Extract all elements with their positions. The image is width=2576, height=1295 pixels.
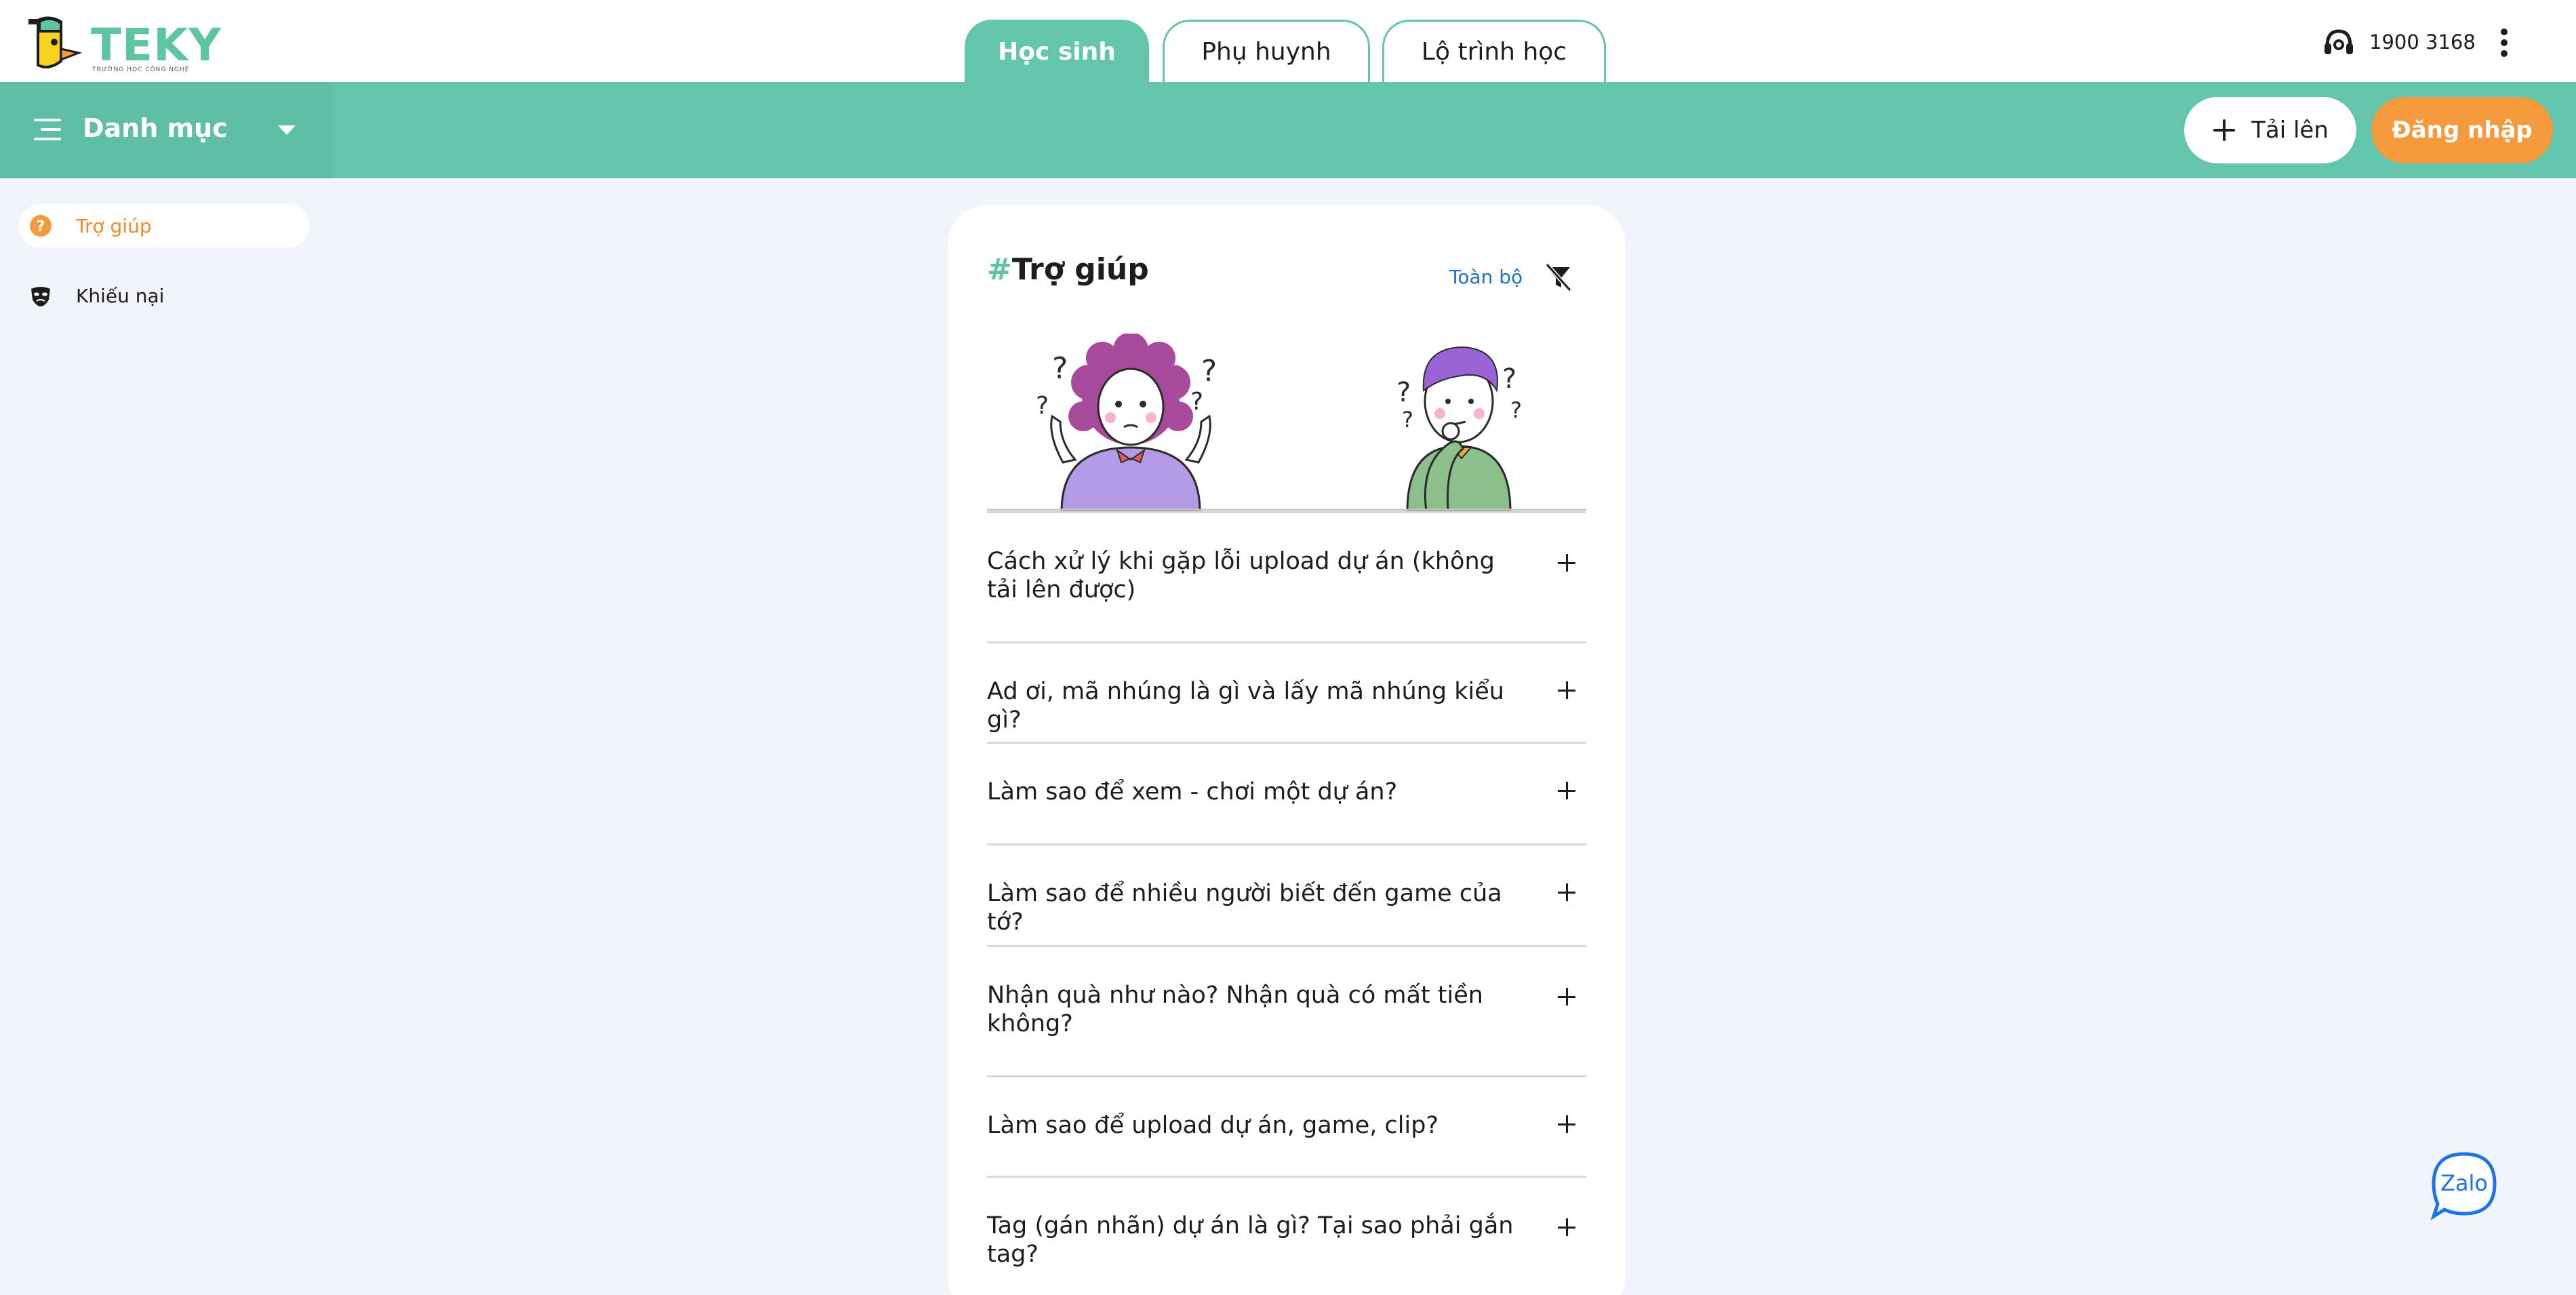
headset-icon	[2325, 29, 2353, 54]
sidebar-item-help[interactable]: ? Trợ giúp	[19, 204, 309, 247]
plus-icon	[2213, 119, 2236, 141]
svg-text:?: ?	[1502, 363, 1516, 395]
menu-lines-icon	[34, 119, 61, 140]
plus-icon[interactable]	[1556, 987, 1577, 1007]
svg-text:?: ?	[1190, 388, 1203, 416]
plus-icon[interactable]	[1556, 680, 1577, 700]
faq-question: Nhận quà như nào? Nhận quà có mất tiền k…	[987, 982, 1483, 1037]
more-vertical-icon[interactable]	[2488, 26, 2520, 60]
faq-item[interactable]: Ad ơi, mã nhúng là gì và lấy mã nhúng ki…	[987, 641, 1586, 742]
sidebar-item-label: Khiếu nại	[76, 285, 165, 307]
login-button[interactable]: Đăng nhập	[2371, 97, 2553, 163]
duck-logo-icon	[28, 16, 83, 68]
svg-text:?: ?	[1201, 354, 1217, 388]
tab-hoc-sinh[interactable]: Học sinh	[965, 20, 1149, 82]
faq-item[interactable]: Tag (gán nhãn) dự án là gì? Tại sao phải…	[987, 1176, 1586, 1295]
faq-question: Tag (gán nhãn) dự án là gì? Tại sao phải…	[987, 1212, 1514, 1268]
svg-text:?: ?	[1510, 397, 1522, 423]
svg-text:?: ?	[1396, 377, 1411, 408]
filter-all-link[interactable]: Toàn bộ	[1449, 266, 1523, 288]
help-circle-icon: ?	[30, 215, 52, 237]
faq-question: Cách xử lý khi gặp lỗi upload dự án (khô…	[987, 548, 1495, 603]
sidebar-item-complaint[interactable]: Khiếu nại	[19, 274, 309, 317]
tab-phu-huynh[interactable]: Phụ huynh	[1163, 20, 1370, 82]
plus-icon[interactable]	[1556, 882, 1577, 902]
svg-text:?: ?	[1036, 392, 1049, 420]
faq-item[interactable]: Cách xử lý khi gặp lỗi upload dự án (khô…	[987, 511, 1586, 641]
category-label: Danh mục	[83, 113, 228, 143]
faq-question: Làm sao để xem - chơi một dự án?	[987, 778, 1398, 805]
plus-icon[interactable]	[1556, 780, 1577, 801]
faq-question: Ad ơi, mã nhúng là gì và lấy mã nhúng ki…	[987, 678, 1504, 734]
hotline[interactable]: 1900 3168	[2322, 26, 2476, 58]
faq-item[interactable]: Nhận quà như nào? Nhận quà có mất tiền k…	[987, 945, 1586, 1075]
top-bar: TEKY TRƯỜNG HỌC CÔNG NGHỆ Học sinh Phụ h…	[0, 0, 2576, 82]
page: TEKY TRƯỜNG HỌC CÔNG NGHỆ Học sinh Phụ h…	[0, 0, 2576, 1295]
logo-wordmark: TEKY	[91, 19, 222, 71]
caret-down-icon	[278, 125, 296, 135]
help-card: #Trợ giúp Toàn bộ ? ? ? ? ? ? ? ? Cách x…	[948, 205, 1626, 1295]
faq-question: Làm sao để upload dự án, game, clip?	[987, 1112, 1439, 1139]
svg-text:?: ?	[1402, 407, 1413, 433]
mask-icon	[31, 287, 50, 306]
category-dropdown[interactable]: Danh mục	[0, 82, 332, 178]
faq-item[interactable]: Làm sao để nhiều người biết đến game của…	[987, 843, 1586, 945]
faq-item[interactable]: Làm sao để xem - chơi một dự án?	[987, 742, 1586, 843]
confused-kids-illustration: ? ? ? ? ? ? ? ?	[987, 334, 1586, 511]
tab-lo-trinh-hoc[interactable]: Lộ trình học	[1382, 20, 1606, 82]
help-title-text: Trợ giúp	[1011, 252, 1149, 287]
upload-label: Tải lên	[2251, 117, 2329, 144]
faq-question: Làm sao để nhiều người biết đến game của…	[987, 880, 1502, 936]
teky-logo[interactable]: TEKY TRƯỜNG HỌC CÔNG NGHỆ	[22, 14, 221, 75]
category-bar: Danh mục Tải lên Đăng nhập	[0, 82, 2576, 178]
logo-subtitle: TRƯỜNG HỌC CÔNG NGHỆ	[92, 66, 190, 73]
plus-icon[interactable]	[1556, 1114, 1577, 1134]
upload-button[interactable]: Tải lên	[2184, 97, 2356, 163]
hash-symbol: #	[987, 252, 1012, 287]
filter-off-icon[interactable]	[1543, 262, 1574, 293]
zalo-chat-button[interactable]: Zalo	[2430, 1151, 2499, 1220]
hotline-number: 1900 3168	[2369, 31, 2476, 54]
svg-text:?: ?	[1052, 351, 1068, 386]
faq-item[interactable]: Làm sao để upload dự án, game, clip?	[987, 1075, 1586, 1176]
sidebar-item-label: Trợ giúp	[76, 215, 152, 237]
svg-text:?: ?	[37, 218, 45, 235]
plus-icon[interactable]	[1556, 1217, 1577, 1237]
plus-icon[interactable]	[1556, 553, 1577, 573]
help-title: #Trợ giúp	[987, 252, 1149, 287]
zalo-label: Zalo	[2440, 1170, 2488, 1196]
